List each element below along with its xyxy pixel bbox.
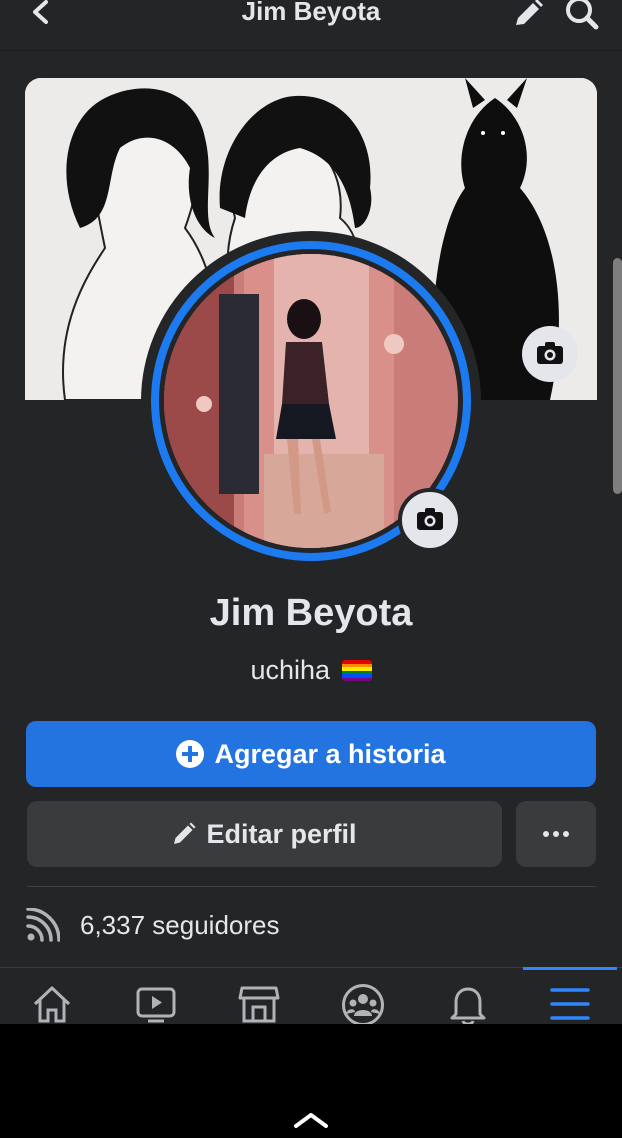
edit-button[interactable] [513, 0, 545, 28]
change-avatar-button[interactable] [398, 488, 462, 552]
followers-count: 6,337 seguidores [80, 909, 280, 940]
camera-icon [417, 508, 443, 530]
search-icon [566, 0, 599, 30]
home-icon [33, 986, 71, 1023]
profile-bio: uchiha [0, 655, 622, 686]
ellipsis-icon [543, 831, 569, 837]
tab-menu[interactable] [530, 968, 610, 1025]
tab-marketplace[interactable] [219, 968, 299, 1025]
bio-text: uchiha [250, 655, 331, 685]
camera-icon [537, 342, 563, 364]
tab-groups[interactable] [323, 968, 403, 1026]
followers-row[interactable]: 6,337 seguidores [26, 903, 279, 947]
groups-icon [342, 984, 384, 1026]
edit-profile-label: Editar perfil [206, 818, 357, 849]
rss-feed-icon [26, 908, 60, 942]
edit-profile-button[interactable]: Editar perfil [27, 801, 502, 867]
add-story-button[interactable]: Agregar a historia [26, 721, 596, 787]
divider [27, 886, 596, 887]
notifications-icon [450, 987, 486, 1026]
tab-notifications[interactable] [428, 968, 508, 1026]
menu-icon [550, 988, 590, 1020]
tab-home[interactable] [12, 968, 92, 1025]
change-cover-button[interactable] [522, 326, 578, 382]
pencil-icon [174, 822, 196, 844]
bottom-tab-bar [0, 967, 622, 1026]
more-options-button[interactable] [516, 801, 596, 867]
chevron-up-icon [294, 1113, 328, 1128]
marketplace-icon [238, 986, 280, 1023]
pencil-icon [516, 0, 543, 25]
top-bar: Jim Beyota [0, 0, 622, 51]
profile-name: Jim Beyota [209, 592, 413, 634]
add-story-label: Agregar a historia [214, 738, 446, 769]
plus-circle-icon [176, 740, 205, 768]
video-icon [136, 987, 176, 1023]
home-indicator[interactable] [293, 1110, 329, 1130]
scrollbar[interactable] [613, 258, 622, 494]
rainbow-flag-icon [341, 660, 372, 681]
search-button[interactable] [564, 0, 600, 30]
tab-watch[interactable] [116, 968, 196, 1025]
